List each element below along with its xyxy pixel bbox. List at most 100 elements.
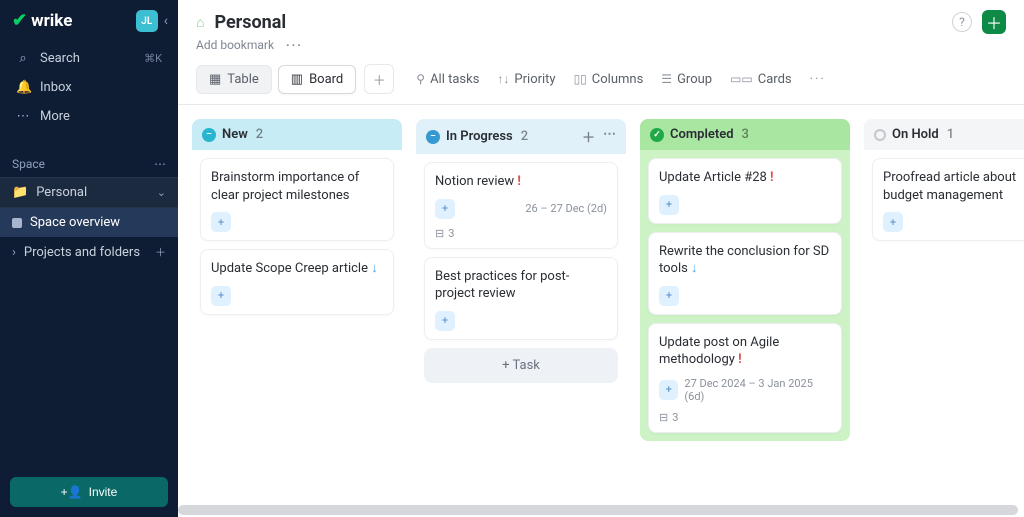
card-title: Proofread article about budget managemen… — [883, 169, 1024, 204]
card-title: Update post on Agile methodology ! — [659, 334, 831, 369]
card-title: Update Scope Creep article ↓ — [211, 260, 383, 278]
subtask-icon: ⊟ — [435, 227, 444, 240]
assignee-avatar[interactable]: + — [659, 195, 679, 215]
space-item-personal[interactable]: 📁 Personal ⌄ — [0, 177, 178, 208]
add-bookmark-link[interactable]: Add bookmark — [196, 38, 274, 52]
space-menu-icon[interactable]: ⋯ — [154, 157, 166, 171]
assignee-avatar[interactable]: + — [211, 212, 231, 232]
assignee-avatar[interactable]: + — [883, 212, 903, 232]
space-item-label: Space overview — [30, 215, 120, 230]
column-inprogress: –In Progress2＋⋯Notion review !+26 – 27 D… — [416, 119, 626, 391]
column-header[interactable]: ✓Completed3 — [640, 119, 850, 150]
column-header[interactable]: –New2 — [192, 119, 402, 150]
subtask-count: ⊟ 3 — [435, 227, 607, 240]
chevron-down-icon: ⌄ — [157, 186, 166, 199]
task-card[interactable]: Notion review !+26 – 27 Dec (2d)⊟ 3 — [424, 162, 618, 249]
view-table[interactable]: ▦ Table — [196, 65, 272, 94]
column-new: –New2 Brainstorm importance of clear proj… — [192, 119, 402, 323]
brand-logo[interactable]: ✔ wrike — [12, 11, 72, 31]
view-board[interactable]: ▥ Board — [278, 65, 357, 94]
help-button[interactable]: ? — [952, 12, 972, 32]
add-task-button[interactable]: + Task — [424, 348, 618, 383]
avatar[interactable]: JL — [136, 10, 158, 32]
column-add-icon[interactable]: ＋ — [582, 127, 595, 146]
column-body: Brainstorm importance of clear project m… — [192, 150, 402, 323]
space-item-overview[interactable]: Space overview — [0, 208, 178, 237]
collapse-sidebar-icon[interactable]: ‹ — [164, 13, 168, 29]
card-meta-row: + — [659, 286, 831, 306]
sidebar-item-more[interactable]: ⋯ More — [6, 102, 172, 131]
add-view-button[interactable]: ＋ — [364, 64, 394, 94]
sort-icon: ↑↓ — [497, 72, 509, 86]
toolbar-more-icon[interactable]: ··· — [810, 72, 826, 87]
assignee-avatar[interactable]: + — [211, 286, 231, 306]
home-icon[interactable]: ⌂ — [196, 14, 204, 31]
board-icon: ▥ — [291, 72, 303, 87]
task-card[interactable]: Brainstorm importance of clear project m… — [200, 158, 394, 241]
board: –New2 Brainstorm importance of clear proj… — [178, 105, 1024, 517]
column-header[interactable]: On Hold 1 — [864, 119, 1024, 150]
invite-icon: +👤 — [61, 485, 83, 499]
card-meta-row: +27 Dec 2024 – 3 Jan 2025 (6d) — [659, 377, 831, 403]
page-title: Personal — [214, 12, 286, 33]
cards-control[interactable]: ▭▭ Cards — [730, 72, 792, 87]
sort-priority[interactable]: ↑↓ Priority — [497, 72, 555, 87]
view-switcher: ▦ Table ▥ Board — [196, 65, 356, 94]
assignee-avatar[interactable]: + — [659, 380, 678, 400]
add-project-icon[interactable]: ＋ — [155, 244, 166, 260]
bell-icon: 🔔 — [16, 80, 30, 95]
column-count: 3 — [742, 127, 749, 142]
card-title: Rewrite the conclusion for SD tools ↓ — [659, 243, 831, 278]
task-card[interactable]: Rewrite the conclusion for SD tools ↓ + — [648, 232, 842, 315]
task-card[interactable]: Best practices for post-project review+ — [424, 257, 618, 340]
global-create-button[interactable]: ＋ — [982, 10, 1006, 34]
assignee-avatar[interactable]: + — [435, 311, 455, 331]
card-meta-row: +26 – 27 Dec (2d) — [435, 199, 607, 219]
space-item-label: Projects and folders — [24, 245, 140, 260]
group-control[interactable]: ☰ Group — [661, 72, 712, 87]
header-more-icon[interactable]: ··· — [286, 38, 303, 52]
priority-low-icon: ↓ — [688, 261, 698, 276]
filter-all-tasks[interactable]: ⚲ All tasks — [416, 72, 479, 87]
card-meta-row: + — [883, 212, 1024, 232]
card-meta-row: + — [659, 195, 831, 215]
space-item-projects[interactable]: › Projects and folders ＋ — [0, 237, 178, 267]
subtask-icon: ⊟ — [659, 411, 668, 424]
card-meta-row: + — [211, 286, 383, 306]
task-card[interactable]: Proofread article about budget managemen… — [872, 158, 1024, 241]
group-icon: ☰ — [661, 72, 672, 86]
columns-control[interactable]: ▯▯ Columns — [574, 72, 644, 87]
column-header[interactable]: –In Progress2＋⋯ — [416, 119, 626, 154]
brand-mark-icon: ✔ — [12, 12, 27, 30]
sidebar-item-label: Inbox — [40, 80, 162, 95]
toolbar: ▦ Table ▥ Board ＋ ⚲ All tasks ↑↓ Priorit… — [178, 58, 1024, 105]
folder-icon: 📁 — [12, 185, 28, 200]
column-count: 1 — [947, 127, 954, 142]
toolbar-controls: ⚲ All tasks ↑↓ Priority ▯▯ Columns ☰ Gro… — [416, 72, 826, 87]
task-card[interactable]: Update post on Agile methodology ! +27 De… — [648, 323, 842, 433]
sidebar-section-label: Space — [12, 157, 45, 171]
card-date: 26 – 27 Dec (2d) — [525, 202, 607, 215]
cards-label: Cards — [758, 72, 792, 87]
group-label: Group — [677, 72, 712, 87]
overview-icon — [12, 218, 22, 228]
priority-high-icon: ! — [514, 174, 521, 189]
task-card[interactable]: Update Article #28 !+ — [648, 158, 842, 224]
horizontal-scrollbar[interactable] — [178, 505, 1018, 515]
columns-label: Columns — [592, 72, 644, 87]
column-more-icon[interactable]: ⋯ — [603, 127, 616, 146]
task-card[interactable]: Update Scope Creep article ↓ + — [200, 249, 394, 315]
subtask-count: ⊟ 3 — [659, 411, 831, 424]
column-name: New — [222, 127, 248, 142]
invite-button[interactable]: +👤 Invite — [10, 477, 168, 507]
assignee-avatar[interactable]: + — [659, 286, 679, 306]
space-item-label: Personal — [36, 185, 87, 200]
column-name: On Hold — [892, 127, 939, 142]
status-dot-icon — [874, 129, 886, 141]
sidebar-top: ✔ wrike JL ‹ — [0, 0, 178, 40]
assignee-avatar[interactable]: + — [435, 199, 455, 219]
cards-icon: ▭▭ — [730, 72, 753, 86]
sidebar-item-inbox[interactable]: 🔔 Inbox — [6, 73, 172, 102]
sidebar-item-search[interactable]: ⌕ Search ⌘K — [6, 44, 172, 73]
sidebar-nav: ⌕ Search ⌘K 🔔 Inbox ⋯ More — [0, 40, 178, 135]
